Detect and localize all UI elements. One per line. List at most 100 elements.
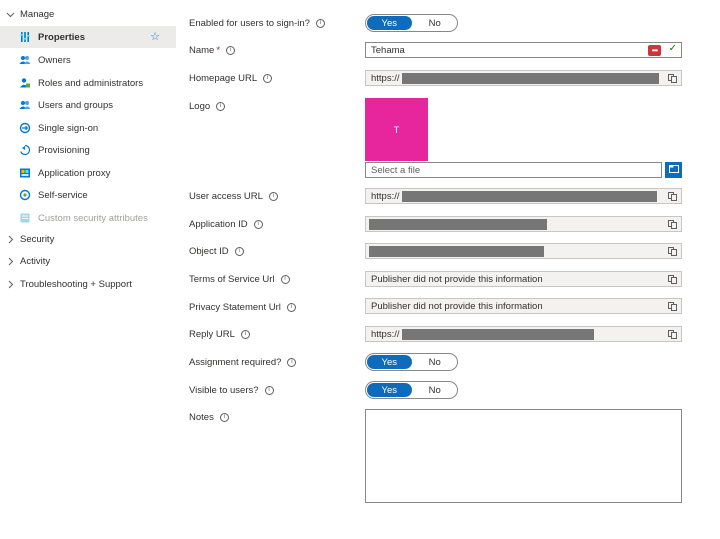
provisioning-icon (18, 143, 32, 157)
redacted-value (402, 191, 657, 202)
redacted-value (402, 329, 594, 340)
activity-group-header[interactable]: Activity (4, 251, 50, 271)
app-id-label-text: Application ID (189, 218, 248, 230)
sidebar-item-label: Owners (38, 54, 71, 66)
notes-label-text: Notes (189, 411, 214, 423)
copy-icon[interactable] (668, 247, 677, 256)
group-label: Security (20, 233, 55, 245)
info-icon[interactable]: i (287, 357, 297, 367)
info-icon[interactable]: i (315, 18, 325, 28)
sidebar-item-label: Properties (38, 31, 85, 43)
troubleshooting-group-header[interactable]: Troubleshooting + Support (4, 274, 132, 294)
sidebar-item-properties[interactable]: Properties ☆ (0, 26, 176, 48)
visible-label: Visible to users? i (189, 383, 274, 397)
copy-icon[interactable] (668, 192, 677, 201)
toggle-no-option[interactable]: No (413, 15, 458, 31)
chevron-right-icon (4, 235, 16, 244)
required-marker: * (216, 44, 221, 56)
group-label: Troubleshooting + Support (20, 278, 132, 290)
tos-label-text: Terms of Service Url (189, 273, 275, 285)
folder-icon (668, 165, 679, 175)
redacted-value (402, 73, 659, 84)
star-icon[interactable]: ☆ (150, 30, 160, 43)
name-field-value: Tehama (371, 44, 405, 56)
info-icon[interactable]: i (253, 219, 263, 229)
privacy-label: Privacy Statement Url i (189, 300, 296, 314)
browse-file-button[interactable] (665, 162, 682, 178)
user-access-label: User access URL i (189, 189, 278, 203)
sidebar-item-label: Single sign-on (38, 122, 99, 134)
homepage-url-value: https:// (371, 72, 400, 84)
users-groups-icon (18, 98, 32, 112)
visible-toggle[interactable]: Yes No (365, 381, 458, 399)
properties-icon (18, 30, 32, 44)
info-icon[interactable]: i (280, 274, 290, 284)
app-id-label: Application ID i (189, 217, 263, 231)
enabled-toggle[interactable]: Yes No (365, 14, 458, 32)
copy-icon[interactable] (668, 302, 677, 311)
tos-label: Terms of Service Url i (189, 272, 290, 286)
sidebar-item-owners[interactable]: Owners (0, 49, 176, 71)
assignment-label-text: Assignment required? (189, 356, 282, 368)
enabled-label: Enabled for users to sign-in? i (189, 16, 325, 30)
info-icon[interactable]: i (240, 329, 250, 339)
privacy-statement-field[interactable]: Publisher did not provide this informati… (365, 298, 682, 314)
more-options-icon[interactable]: ••• (648, 45, 661, 56)
tos-value: Publisher did not provide this informati… (371, 273, 543, 285)
terms-of-service-field[interactable]: Publisher did not provide this informati… (365, 271, 682, 287)
sidebar-item-label: Roles and administrators (38, 77, 144, 89)
copy-icon[interactable] (668, 220, 677, 229)
sidebar-item-app-proxy[interactable]: Application proxy (0, 162, 176, 184)
copy-icon[interactable] (668, 275, 677, 284)
homepage-url-field[interactable]: https:// (365, 70, 682, 86)
custom-attributes-icon (18, 211, 32, 225)
application-id-field[interactable] (365, 216, 682, 232)
sidebar-item-sso[interactable]: Single sign-on (0, 117, 176, 139)
info-icon[interactable]: i (263, 73, 273, 83)
copy-icon[interactable] (668, 74, 677, 83)
logo-file-input[interactable]: Select a file (365, 162, 662, 178)
visible-label-text: Visible to users? (189, 384, 259, 396)
info-icon[interactable]: i (286, 302, 296, 312)
app-proxy-icon (18, 166, 32, 180)
info-icon[interactable]: i (264, 385, 274, 395)
toggle-yes-option[interactable]: Yes (367, 383, 412, 397)
info-icon[interactable]: i (216, 101, 226, 111)
assignment-toggle[interactable]: Yes No (365, 353, 458, 371)
object-id-field[interactable] (365, 243, 682, 259)
info-icon[interactable]: i (268, 191, 278, 201)
checkmark-icon: ✓ (668, 43, 677, 54)
reply-url-label-text: Reply URL (189, 328, 235, 340)
sidebar-item-custom-attributes[interactable]: Custom security attributes (0, 207, 176, 229)
sidebar-item-users-groups[interactable]: Users and groups (0, 94, 176, 116)
toggle-no-option[interactable]: No (413, 354, 458, 370)
sidebar-item-self-service[interactable]: Self-service (0, 184, 176, 206)
redacted-value (369, 246, 544, 257)
privacy-value: Publisher did not provide this informati… (371, 300, 543, 312)
user-access-url-field[interactable]: https:// (365, 188, 682, 204)
info-icon[interactable]: i (234, 246, 244, 256)
user-access-label-text: User access URL (189, 190, 263, 202)
info-icon[interactable]: i (226, 45, 236, 55)
chevron-right-icon (4, 280, 16, 289)
logo-letter: T (393, 124, 400, 135)
reply-url-field[interactable]: https:// (365, 326, 682, 342)
sidebar-item-label: Application proxy (38, 167, 111, 179)
name-field[interactable]: Tehama ••• ✓ (365, 42, 682, 58)
logo-label-text: Logo (189, 100, 211, 112)
object-id-label-text: Object ID (189, 245, 229, 257)
sidebar-item-label: Self-service (38, 189, 88, 201)
user-access-url-value: https:// (371, 190, 400, 202)
toggle-yes-option[interactable]: Yes (367, 16, 412, 30)
chevron-down-icon (4, 10, 16, 19)
info-icon[interactable]: i (219, 412, 229, 422)
manage-group-header[interactable]: Manage (4, 4, 54, 24)
copy-icon[interactable] (668, 330, 677, 339)
security-group-header[interactable]: Security (4, 229, 54, 249)
sidebar-item-roles[interactable]: Roles and administrators (0, 72, 176, 94)
sidebar-item-provisioning[interactable]: Provisioning (0, 139, 176, 161)
toggle-yes-option[interactable]: Yes (367, 355, 412, 369)
notes-textarea[interactable] (365, 409, 682, 503)
sidebar-item-label: Custom security attributes (38, 212, 148, 224)
toggle-no-option[interactable]: No (413, 382, 458, 398)
